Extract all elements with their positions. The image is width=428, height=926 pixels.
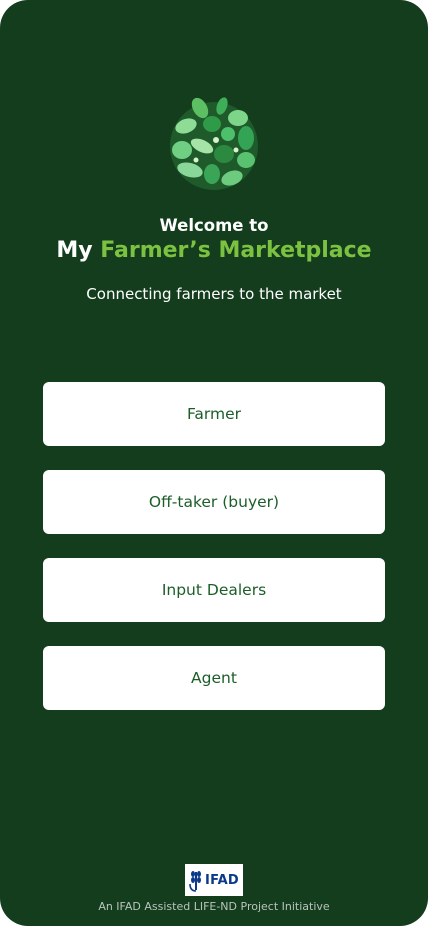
app-title-prefix: My bbox=[56, 238, 93, 263]
off-taker-button[interactable]: Off-taker (buyer) bbox=[43, 470, 385, 534]
off-taker-button-label: Off-taker (buyer) bbox=[148, 493, 280, 511]
ifad-logo-icon: IFAD bbox=[185, 864, 243, 896]
ifad-logo-text: IFAD bbox=[205, 872, 239, 888]
farmer-button[interactable]: Farmer bbox=[43, 382, 385, 446]
app-title: My Farmer’s Marketplace bbox=[0, 238, 428, 263]
welcome-heading: Welcome to bbox=[159, 216, 269, 235]
farmer-button-label: Farmer bbox=[186, 405, 242, 423]
app-title-accent: Farmer’s Marketplace bbox=[100, 238, 372, 263]
welcome-screen: Welcome to My Farmer’s Marketplace Conne… bbox=[0, 0, 428, 926]
wheat-mark-icon bbox=[189, 871, 202, 892]
input-dealers-button-label: Input Dealers bbox=[161, 581, 267, 599]
agent-button-label: Agent bbox=[191, 669, 237, 687]
agent-button[interactable]: Agent bbox=[43, 646, 385, 710]
app-tagline: Connecting farmers to the market bbox=[86, 285, 342, 303]
input-dealers-button[interactable]: Input Dealers bbox=[43, 558, 385, 622]
produce-circle-logo-icon bbox=[170, 97, 258, 190]
footer-credit: An IFAD Assisted LIFE-ND Project Initiat… bbox=[98, 900, 330, 913]
